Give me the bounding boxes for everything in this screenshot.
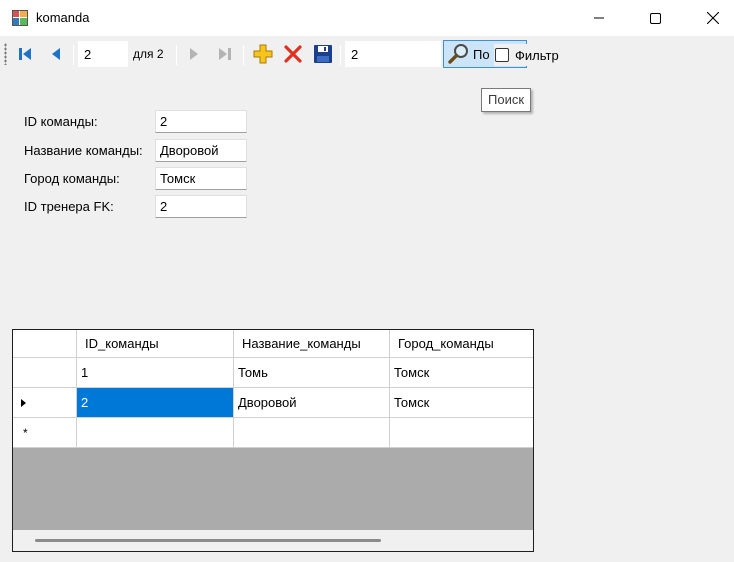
- column-header-city[interactable]: Город_команды: [390, 330, 533, 358]
- table-cell[interactable]: Дворовой: [234, 388, 390, 418]
- grid-corner-header[interactable]: [13, 330, 77, 358]
- new-row-marker: *: [23, 426, 28, 440]
- row-header[interactable]: *: [13, 418, 77, 448]
- table-cell[interactable]: [234, 418, 390, 448]
- current-row-arrow-icon: [21, 399, 26, 407]
- data-grid[interactable]: ID_команды Название_команды Город_команд…: [12, 329, 534, 552]
- app-form-icon: [12, 10, 28, 26]
- filter-label: Фильтр: [515, 47, 559, 63]
- maximize-button[interactable]: [632, 0, 678, 36]
- table-cell[interactable]: [390, 418, 533, 448]
- table-cell[interactable]: Томь: [234, 358, 390, 388]
- move-previous-icon: [52, 48, 60, 60]
- position-input[interactable]: [78, 41, 128, 67]
- column-header-id[interactable]: ID_команды: [77, 330, 234, 358]
- move-next-button[interactable]: [184, 42, 204, 66]
- filter-checkbox[interactable]: Фильтр: [494, 44, 576, 66]
- minimize-icon: [594, 17, 604, 19]
- city-field[interactable]: [155, 167, 247, 190]
- delete-button[interactable]: [281, 42, 305, 66]
- move-previous-button[interactable]: [46, 42, 66, 66]
- coach-id-label: ID тренера FK:: [24, 199, 114, 214]
- row-header[interactable]: [13, 358, 77, 388]
- toolbar-separator: [73, 45, 74, 65]
- binding-navigator: для 2 По: [0, 36, 734, 72]
- title-bar: komanda: [0, 0, 734, 36]
- add-new-icon: [253, 44, 273, 64]
- close-button[interactable]: [690, 0, 734, 36]
- count-label: для 2: [133, 47, 164, 61]
- name-field[interactable]: [155, 139, 247, 162]
- scrollbar-thumb[interactable]: [35, 539, 381, 542]
- move-first-icon: [19, 48, 31, 60]
- search-input[interactable]: [345, 41, 441, 67]
- horizontal-scrollbar[interactable]: [13, 530, 533, 551]
- table-cell[interactable]: Томск: [390, 358, 533, 388]
- move-last-button[interactable]: [214, 42, 236, 66]
- search-tooltip: Поиск: [481, 88, 532, 112]
- window-title: komanda: [36, 10, 90, 25]
- id-label: ID команды:: [24, 114, 98, 129]
- toolbar-separator: [176, 45, 177, 65]
- maximize-icon: [649, 12, 661, 24]
- column-header-label: Название_команды: [242, 336, 361, 351]
- toolbar-separator: [340, 45, 341, 65]
- search-icon: [448, 44, 468, 64]
- save-button[interactable]: [311, 42, 335, 66]
- close-icon: [707, 12, 719, 24]
- table-cell[interactable]: Томск: [390, 388, 533, 418]
- column-header-label: ID_команды: [85, 336, 159, 351]
- table-cell-selected[interactable]: 2: [77, 388, 234, 418]
- add-new-button[interactable]: [251, 42, 275, 66]
- toolbar-separator: [243, 45, 244, 65]
- table-cell[interactable]: [77, 418, 234, 448]
- row-header[interactable]: [13, 388, 77, 418]
- id-field[interactable]: [155, 110, 247, 133]
- column-header-name[interactable]: Название_команды: [234, 330, 390, 358]
- column-header-label: Город_команды: [398, 336, 494, 351]
- move-last-icon: [219, 48, 231, 60]
- delete-icon: [284, 45, 302, 63]
- save-icon: [314, 45, 332, 63]
- filter-checkbox-box[interactable]: [495, 48, 509, 62]
- coach-id-field[interactable]: [155, 195, 247, 218]
- city-label: Город команды:: [24, 171, 120, 186]
- move-next-icon: [190, 48, 198, 60]
- table-cell[interactable]: 1: [77, 358, 234, 388]
- minimize-button[interactable]: [576, 0, 622, 36]
- move-first-button[interactable]: [14, 42, 36, 66]
- toolbar-grip[interactable]: [4, 43, 7, 65]
- name-label: Название команды:: [24, 143, 143, 158]
- search-button-label: По: [473, 46, 490, 62]
